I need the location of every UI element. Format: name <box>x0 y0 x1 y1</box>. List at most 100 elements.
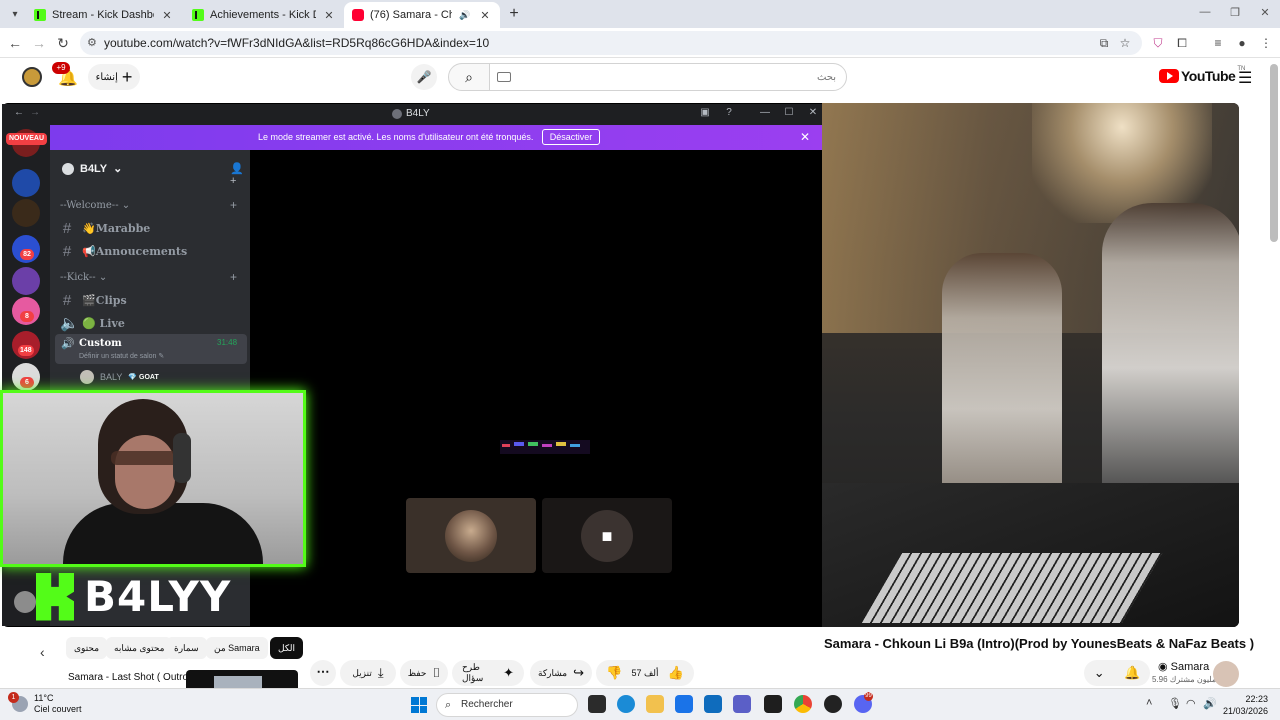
close-icon[interactable]: ✕ <box>800 130 810 144</box>
edge-icon[interactable] <box>617 695 635 713</box>
back-arrow-icon[interactable]: ← <box>6 34 24 52</box>
close-icon[interactable]: ✕ <box>322 9 336 22</box>
close-icon[interactable]: ✕ <box>160 9 174 22</box>
dislike-thumb-icon[interactable]: 👎 <box>606 665 622 681</box>
chip-from-samara[interactable]: من Samara <box>206 637 268 659</box>
more-actions-button[interactable]: ⋯ <box>310 660 336 686</box>
maximize-icon[interactable]: ❐ <box>1228 6 1242 19</box>
invite-people-icon[interactable]: 👤+ <box>230 162 250 187</box>
volume-icon[interactable]: 🔊 <box>1203 697 1217 710</box>
taskbar-clock[interactable]: 22:23 21/03/2026 <box>1222 693 1268 717</box>
url-field[interactable]: ⚙ youtube.com/watch?v=fWFr3dNIdGA&list=R… <box>80 31 1142 55</box>
save-button[interactable]: حفظ ⌷ <box>400 660 448 686</box>
close-icon[interactable]: ✕ <box>806 107 820 118</box>
participant-tile[interactable] <box>406 498 536 573</box>
account-avatar[interactable] <box>22 67 42 87</box>
weather-widget[interactable]: 1 11°C Ciel couvert <box>8 692 82 715</box>
mail-icon[interactable] <box>675 695 693 713</box>
reload-icon[interactable]: ↻ <box>54 34 72 52</box>
search-button[interactable]: ⌕ <box>448 63 490 91</box>
audio-icon[interactable]: 🔊 <box>458 10 472 21</box>
close-icon[interactable]: ✕ <box>478 9 492 22</box>
windows-start-icon[interactable] <box>411 697 427 713</box>
tab-search-menu-button[interactable]: ▾ <box>4 4 26 24</box>
obs-icon[interactable] <box>824 695 842 713</box>
back-arrow-icon[interactable]: ← <box>12 107 26 118</box>
capcut-icon[interactable] <box>764 695 782 713</box>
avatar[interactable] <box>14 591 36 613</box>
youtube-logo[interactable]: YouTube TN <box>1159 66 1245 84</box>
channel-custom-active[interactable]: 🔊 Custom 31:48 Définir un statut de salo… <box>55 334 247 364</box>
up-next-title[interactable]: Samara - Last Shot ( Outro <box>68 672 188 683</box>
browser-tab-achievements[interactable]: Achievements - Kick Dashboard ✕ <box>184 2 344 28</box>
forward-arrow-icon[interactable]: → <box>28 107 42 118</box>
guide-menu-icon[interactable]: ☰ <box>1238 68 1252 88</box>
channel-clips[interactable]: # 🎬Clips <box>60 290 246 310</box>
chrome-icon[interactable] <box>794 695 812 713</box>
search-input[interactable] <box>489 63 847 91</box>
microphone-icon[interactable]: 🎙 <box>1168 697 1182 710</box>
chip-samara-ar[interactable]: سمارة <box>166 637 207 659</box>
chip-similar[interactable]: محتوى مشابه <box>106 637 173 659</box>
close-window-icon[interactable]: ✕ <box>1258 6 1272 19</box>
task-view-icon[interactable] <box>588 695 606 713</box>
set-channel-status[interactable]: Définir un statut de salon ✎ <box>79 352 164 360</box>
browser-menu-icon[interactable]: ⋮ <box>1258 35 1274 51</box>
server-name-header[interactable]: B4LY ⌄ <box>62 162 122 175</box>
server-icon[interactable] <box>12 199 40 227</box>
help-icon[interactable]: ? <box>722 107 736 118</box>
voice-search-mic-icon[interactable]: 🎤 <box>411 64 437 90</box>
page-scrollbar[interactable] <box>1270 64 1278 242</box>
site-info-icon[interactable]: ⚙ <box>87 36 97 49</box>
windows-taskbar: 1 11°C Ciel couvert ⌕ Rechercher 99 ˄ 🎙 … <box>0 688 1280 720</box>
server-icon[interactable] <box>12 169 40 197</box>
category-welcome[interactable]: --Welcome-- ⌄ <box>60 200 130 211</box>
keyboard-rgb-lights <box>500 440 590 454</box>
browser-tab-stream[interactable]: Stream - Kick Dashboard ✕ <box>26 2 182 28</box>
forward-arrow-icon[interactable]: → <box>30 34 48 52</box>
tray-chevron-up-icon[interactable]: ˄ <box>1146 697 1152 709</box>
channel-live[interactable]: 🔈 🟢 Live <box>60 313 246 333</box>
chip-content[interactable]: محتوى <box>66 637 108 659</box>
ask-button[interactable]: طرح سؤال ✦ <box>452 660 524 686</box>
taskbar-search[interactable]: ⌕ Rechercher <box>436 693 578 717</box>
extension-shield-icon[interactable]: ⛉ <box>1150 35 1166 51</box>
chip-all[interactable]: الكل <box>270 637 304 659</box>
outlook-icon[interactable] <box>704 695 722 713</box>
inbox-icon[interactable]: ▣ <box>698 107 712 118</box>
disable-streamer-mode-button[interactable]: Désactiver <box>542 129 600 145</box>
channel-annoucements[interactable]: # 📢Annoucements <box>60 241 246 261</box>
channel-avatar[interactable] <box>1213 661 1239 687</box>
like-thumb-icon[interactable]: 👍 <box>668 665 684 681</box>
channel-name[interactable]: ◉ Samara <box>1158 660 1209 673</box>
minimize-icon[interactable]: — <box>758 107 772 118</box>
file-explorer-icon[interactable] <box>646 695 664 713</box>
teams-icon[interactable] <box>733 695 751 713</box>
channel-marabbe[interactable]: # 👋Marabbe <box>60 218 246 238</box>
new-tab-button[interactable]: + <box>504 4 524 24</box>
minimize-icon[interactable]: — <box>1198 6 1212 18</box>
download-button[interactable]: تنزيل ⤓ <box>340 660 396 686</box>
category-kick[interactable]: --Kick-- ⌄ <box>60 272 107 283</box>
share-button[interactable]: مشاركة ↪ <box>530 660 592 686</box>
extensions-puzzle-icon[interactable]: ⧠ <box>1174 35 1190 51</box>
chevron-left-icon[interactable]: ‹ <box>40 644 45 660</box>
create-button[interactable]: إنشاء + <box>88 64 140 90</box>
voice-user[interactable]: BALY 💎 GOAT <box>80 370 159 384</box>
add-channel-icon[interactable]: + <box>230 198 237 212</box>
server-icon[interactable] <box>12 267 40 295</box>
install-app-icon[interactable]: ⧉ <box>1096 35 1112 51</box>
keyboard-icon[interactable] <box>497 72 511 82</box>
browser-tab-youtube[interactable]: (76) Samara - Chkoun Li B9a 🔊 ✕ <box>344 2 500 28</box>
kick-icon <box>34 9 46 21</box>
wifi-icon[interactable]: ◠ <box>1186 697 1196 710</box>
maximize-icon[interactable]: ☐ <box>782 107 796 118</box>
up-next-thumbnail[interactable] <box>186 670 298 690</box>
subscriber-count: 5.96 مليون مشترك <box>1152 675 1217 684</box>
participant-tile[interactable]: ■ <box>542 498 672 573</box>
subscription-bell-button[interactable]: ⌄ 🔔 <box>1084 660 1150 686</box>
add-channel-icon[interactable]: + <box>230 270 237 284</box>
profile-avatar-icon[interactable]: ● <box>1234 35 1250 51</box>
bookmark-star-icon[interactable]: ☆ <box>1117 35 1133 51</box>
media-control-icon[interactable]: ≡ <box>1210 35 1226 51</box>
